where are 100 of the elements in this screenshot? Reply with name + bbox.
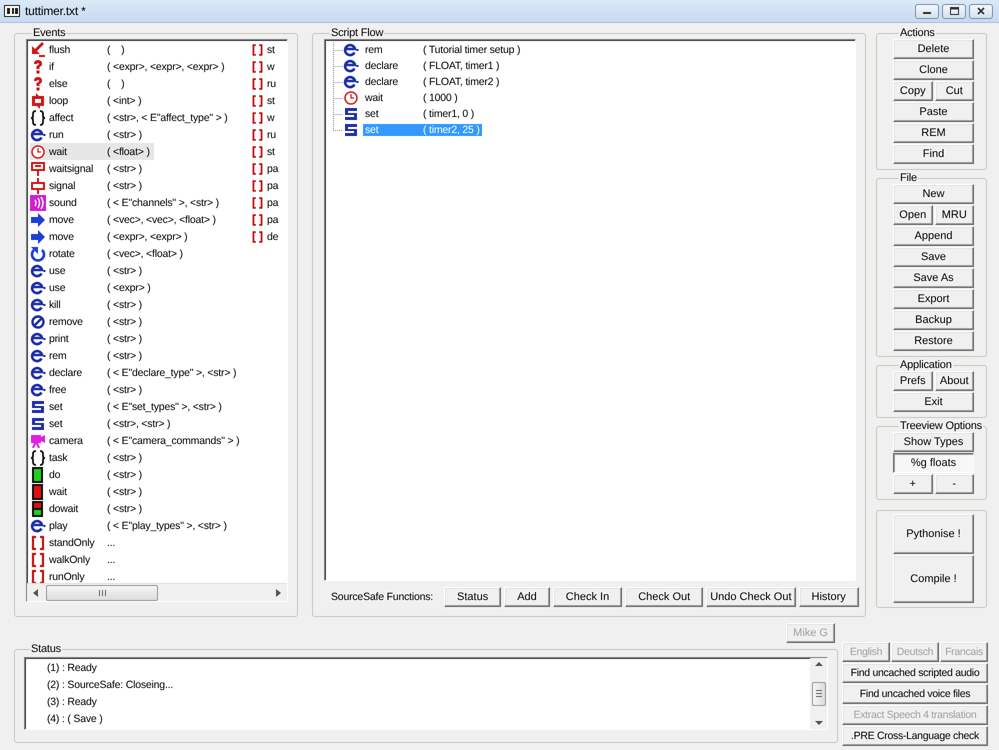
build-button[interactable]: Compile ! <box>893 555 974 603</box>
event-item[interactable]: else ( ) <box>30 75 128 92</box>
scroll-thumb[interactable] <box>812 682 826 706</box>
event-item[interactable]: pa <box>251 211 278 228</box>
status-line: (4) : ( Save ) <box>47 712 103 724</box>
event-item[interactable]: declare ( < E"declare_type" >, <str> ) <box>30 364 240 381</box>
brackets-icon <box>251 110 264 126</box>
action-button[interactable]: %g floats <box>893 453 974 473</box>
scroll-thumb[interactable] <box>46 584 158 600</box>
action-button[interactable]: MRU <box>934 205 974 225</box>
event-item[interactable]: move ( <expr>, <expr> ) <box>30 228 192 245</box>
sourcesafe-button[interactable]: Check In <box>552 587 622 607</box>
event-item[interactable]: play ( < E"play_types" >, <str> ) <box>30 517 231 534</box>
event-item[interactable]: w <box>251 58 274 75</box>
event-item[interactable]: kill ( <str> ) <box>30 296 146 313</box>
action-button[interactable]: Find <box>893 144 974 164</box>
action-button[interactable]: About <box>934 371 974 391</box>
sourcesafe-button[interactable]: Check Out <box>625 587 704 607</box>
tool-button[interactable]: .PRE Cross-Language check <box>842 726 988 746</box>
event-item[interactable]: run ( <str> ) <box>30 126 146 143</box>
event-item[interactable]: sound ( < E"channels" >, <str> ) <box>30 194 223 211</box>
event-item[interactable]: waitsignal ( <str> ) <box>30 160 146 177</box>
action-button[interactable]: Save <box>893 247 974 267</box>
event-item[interactable]: use ( <expr> ) <box>30 279 155 296</box>
event-item[interactable]: st <box>251 41 275 58</box>
event-item[interactable]: flush ( ) <box>30 41 128 58</box>
sourcesafe-label: SourceSafe Functions: <box>331 591 434 603</box>
minimize-button[interactable] <box>915 4 939 18</box>
action-button[interactable]: + <box>893 474 932 494</box>
event-item[interactable]: task ( <str> ) <box>30 449 146 466</box>
event-item[interactable]: pa <box>251 177 278 194</box>
event-item[interactable]: affect ( <str>, < E"affect_type" > ) <box>30 109 232 126</box>
event-item[interactable]: signal ( <str> ) <box>30 177 146 194</box>
action-button[interactable]: Delete <box>893 39 974 59</box>
event-item[interactable]: ru <box>251 75 276 92</box>
sourcesafe-button[interactable]: Add <box>504 587 550 607</box>
event-item[interactable]: pa <box>251 160 278 177</box>
event-item[interactable]: print ( <str> ) <box>30 330 146 347</box>
event-item[interactable]: wait ( <float> ) <box>30 143 154 160</box>
event-item[interactable]: runOnly ... <box>30 568 120 583</box>
action-button[interactable]: Copy <box>893 81 932 101</box>
scroll-right-button[interactable] <box>276 588 281 596</box>
sourcesafe-button[interactable]: Status <box>444 587 502 607</box>
event-item[interactable]: use ( <str> ) <box>30 262 146 279</box>
close-button[interactable] <box>969 4 993 18</box>
event-item[interactable]: de <box>251 228 278 245</box>
e-icon <box>30 126 46 142</box>
event-item[interactable]: pa <box>251 194 278 211</box>
action-button[interactable]: Cut <box>934 81 974 101</box>
event-item[interactable]: wait ( <str> ) <box>30 483 146 500</box>
action-button[interactable]: New <box>893 184 974 204</box>
tool-button[interactable]: Find uncached voice files <box>842 684 988 704</box>
braces-icon <box>30 450 46 466</box>
event-item[interactable]: rotate ( <vec>, <float> ) <box>30 245 187 262</box>
event-item[interactable]: remove ( <str> ) <box>30 313 146 330</box>
maximize-button[interactable] <box>942 4 966 18</box>
tree-item[interactable]: declare ( FLOAT, timer1 ) <box>363 60 502 72</box>
build-button[interactable]: Pythonise ! <box>893 514 974 554</box>
event-item[interactable]: if ( <expr>, <expr>, <expr> ) <box>30 58 228 75</box>
event-item[interactable]: camera ( < E"camera_commands" > ) <box>30 432 244 449</box>
action-button[interactable]: Open <box>893 205 932 225</box>
tool-button[interactable]: Find uncached scripted audio <box>842 663 988 683</box>
action-button[interactable]: Restore <box>893 331 974 351</box>
event-item[interactable]: st <box>251 92 275 109</box>
sourcesafe-button[interactable]: History <box>798 587 859 607</box>
tree-item[interactable]: wait ( 1000 ) <box>363 92 460 104</box>
action-button[interactable]: Show Types <box>893 432 974 452</box>
brackets-icon <box>251 126 264 142</box>
event-item[interactable]: do ( <str> ) <box>30 466 146 483</box>
event-item[interactable]: standOnly ... <box>30 534 120 551</box>
event-item[interactable]: set ( <str>, <str> ) <box>30 415 174 432</box>
event-item[interactable]: st <box>251 143 275 160</box>
event-item[interactable]: free ( <str> ) <box>30 381 146 398</box>
action-button[interactable]: Save As <box>893 268 974 288</box>
action-button[interactable]: Backup <box>893 310 974 330</box>
window-title: tuttimer.txt * <box>25 4 86 18</box>
tree-item[interactable]: set ( timer1, 0 ) <box>363 108 476 120</box>
action-button[interactable]: Export <box>893 289 974 309</box>
event-item[interactable]: ru <box>251 126 276 143</box>
horizontal-scrollbar[interactable] <box>27 583 287 601</box>
action-button[interactable]: Append <box>893 226 974 246</box>
action-button[interactable]: Prefs <box>893 371 932 391</box>
scroll-left-button[interactable] <box>33 588 38 596</box>
action-button[interactable]: - <box>934 474 974 494</box>
tree-item[interactable]: rem ( Tutorial timer setup ) <box>363 44 522 56</box>
event-item[interactable]: w <box>251 109 274 126</box>
event-item[interactable]: dowait ( <str> ) <box>30 500 146 517</box>
event-item[interactable]: set ( < E"set_types" >, <str> ) <box>30 398 226 415</box>
action-button[interactable]: Exit <box>893 392 974 412</box>
action-button[interactable]: REM <box>893 123 974 143</box>
sourcesafe-button[interactable]: Undo Check Out <box>706 587 796 607</box>
tree-item[interactable]: declare ( FLOAT, timer2 ) <box>363 76 502 88</box>
event-item[interactable]: walkOnly ... <box>30 551 120 568</box>
event-item[interactable]: move ( <vec>, <vec>, <float> ) <box>30 211 220 228</box>
e-icon <box>30 364 46 380</box>
event-item[interactable]: loop ( <int> ) <box>30 92 146 109</box>
action-button[interactable]: Paste <box>893 102 974 122</box>
action-button[interactable]: Clone <box>893 60 974 80</box>
vertical-scrollbar[interactable] <box>810 658 827 729</box>
event-item[interactable]: rem ( <str> ) <box>30 347 146 364</box>
